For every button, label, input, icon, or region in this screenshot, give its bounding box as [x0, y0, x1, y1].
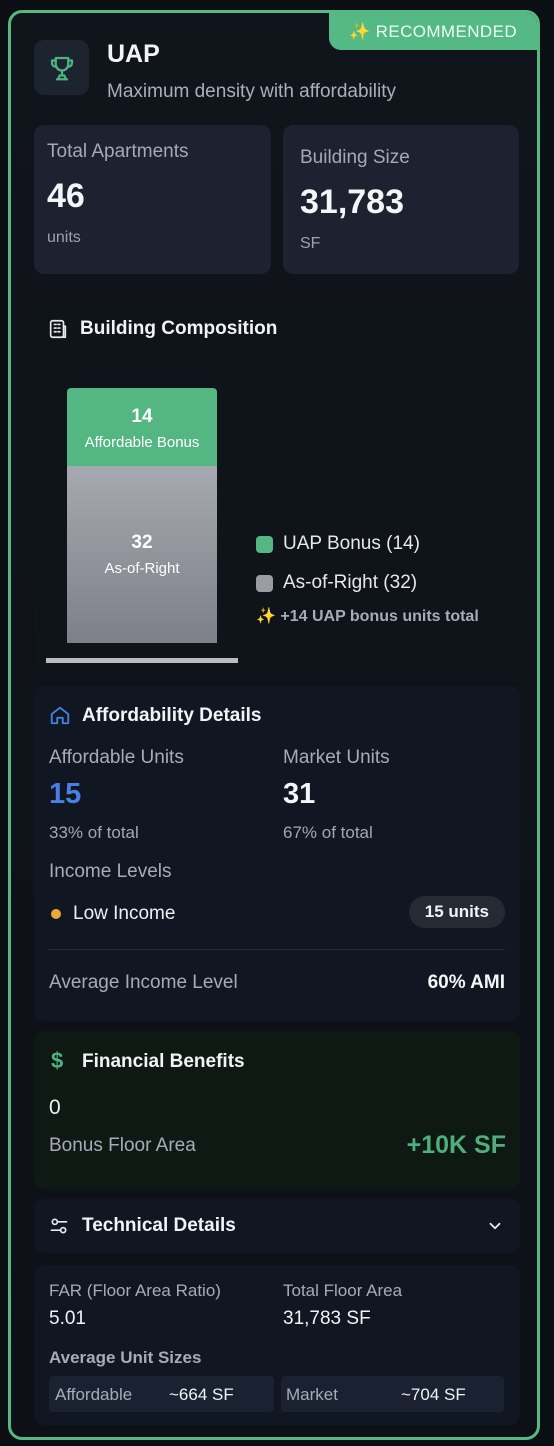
- divider: [49, 949, 505, 950]
- avg-income-value: 60% AMI: [427, 972, 505, 993]
- affordability-section: Affordability Details Affordable Units 1…: [34, 686, 520, 1021]
- total-apartments-card: Total Apartments 46 units: [34, 125, 271, 274]
- total-floor-area-value: 31,783 SF: [283, 1308, 371, 1329]
- stat-unit: SF: [300, 235, 321, 252]
- building-composition-section: Building Composition 14 Affordable Bonus…: [34, 301, 520, 677]
- option-subtitle: Maximum density with affordability: [107, 81, 396, 102]
- avg-unit-sizes-label: Average Unit Sizes: [49, 1348, 202, 1367]
- technical-details-body: FAR (Floor Area Ratio) 5.01 Total Floor …: [34, 1265, 520, 1425]
- avg-income-label: Average Income Level: [49, 972, 238, 993]
- bar-segment-bonus: 14 Affordable Bonus: [67, 388, 217, 466]
- bonus-note: ✨ +14 UAP bonus units total: [256, 608, 479, 625]
- section-title: Building Composition: [80, 318, 278, 339]
- recommendation-card: ✨ RECOMMENDED UAP Maximum density with a…: [8, 10, 540, 1440]
- legend-swatch: [256, 535, 273, 553]
- income-units-pill: 15 units: [408, 896, 505, 928]
- income-levels-label: Income Levels: [49, 861, 172, 882]
- dollar-icon: $: [51, 1048, 64, 1073]
- chart-baseline: [46, 658, 238, 663]
- chevron-down-icon[interactable]: [486, 1217, 504, 1240]
- section-title: Technical Details: [82, 1215, 236, 1236]
- market-size-value: ~704 SF: [401, 1385, 466, 1404]
- market-size-box: Market ~704 SF: [281, 1376, 504, 1412]
- far-value: 5.01: [49, 1308, 86, 1329]
- building-size-card: Building Size 31,783 SF: [283, 125, 519, 274]
- section-title: Financial Benefits: [82, 1051, 245, 1072]
- affordable-size-box: Affordable ~664 SF: [49, 1376, 274, 1412]
- recommended-badge: ✨ RECOMMENDED: [329, 13, 537, 50]
- bonus-floor-area-value: +10K SF: [406, 1131, 506, 1159]
- bonus-floor-area-label: Bonus Floor Area: [49, 1135, 196, 1156]
- low-income-dot: [51, 909, 61, 919]
- stat-value: 31,783: [300, 183, 404, 221]
- bar-label-count: 14: [131, 406, 153, 427]
- financial-value: 0: [49, 1096, 61, 1119]
- income-level-row: Low Income 15 units: [49, 896, 505, 930]
- bar-label-count: 32: [131, 532, 153, 553]
- legend-item: As-of-Right (32): [256, 572, 417, 594]
- building-icon: [47, 318, 69, 345]
- market-units-label: Market Units: [283, 747, 390, 768]
- trophy-icon: [34, 40, 89, 95]
- section-title: Affordability Details: [82, 705, 262, 726]
- legend-swatch: [256, 574, 273, 592]
- stat-label: Building Size: [300, 147, 410, 168]
- technical-details-toggle[interactable]: Technical Details: [34, 1199, 520, 1253]
- market-units-share: 67% of total: [283, 823, 373, 842]
- affordable-size-value: ~664 SF: [169, 1385, 234, 1404]
- sliders-icon: [49, 1216, 69, 1241]
- affordable-units-label: Affordable Units: [49, 747, 184, 768]
- financial-benefits-section: $ Financial Benefits 0 Bonus Floor Area …: [34, 1031, 520, 1189]
- option-title: UAP: [107, 40, 160, 68]
- bar-label-name: Affordable Bonus: [84, 434, 200, 451]
- bar-label-name: As-of-Right: [104, 560, 180, 577]
- affordable-units-value: 15: [49, 778, 82, 810]
- bar-segment-base: 32 As-of-Right: [67, 466, 217, 643]
- total-floor-area-label: Total Floor Area: [283, 1281, 403, 1300]
- home-icon: [49, 704, 71, 731]
- stat-value: 46: [47, 177, 85, 215]
- legend-label: As-of-Right (32): [283, 572, 418, 593]
- legend-item: UAP Bonus (14): [256, 533, 420, 555]
- far-label: FAR (Floor Area Ratio): [49, 1281, 221, 1300]
- legend-label: UAP Bonus (14): [283, 533, 420, 554]
- affordable-units-share: 33% of total: [49, 823, 139, 842]
- stacked-bar: 14 Affordable Bonus 32 As-of-Right: [67, 388, 217, 643]
- market-size-label: Market: [286, 1385, 338, 1404]
- income-level-name: Low Income: [73, 903, 176, 924]
- stat-unit: units: [47, 229, 81, 246]
- stat-label: Total Apartments: [47, 141, 189, 162]
- market-units-value: 31: [283, 778, 316, 810]
- affordable-size-label: Affordable: [55, 1385, 133, 1404]
